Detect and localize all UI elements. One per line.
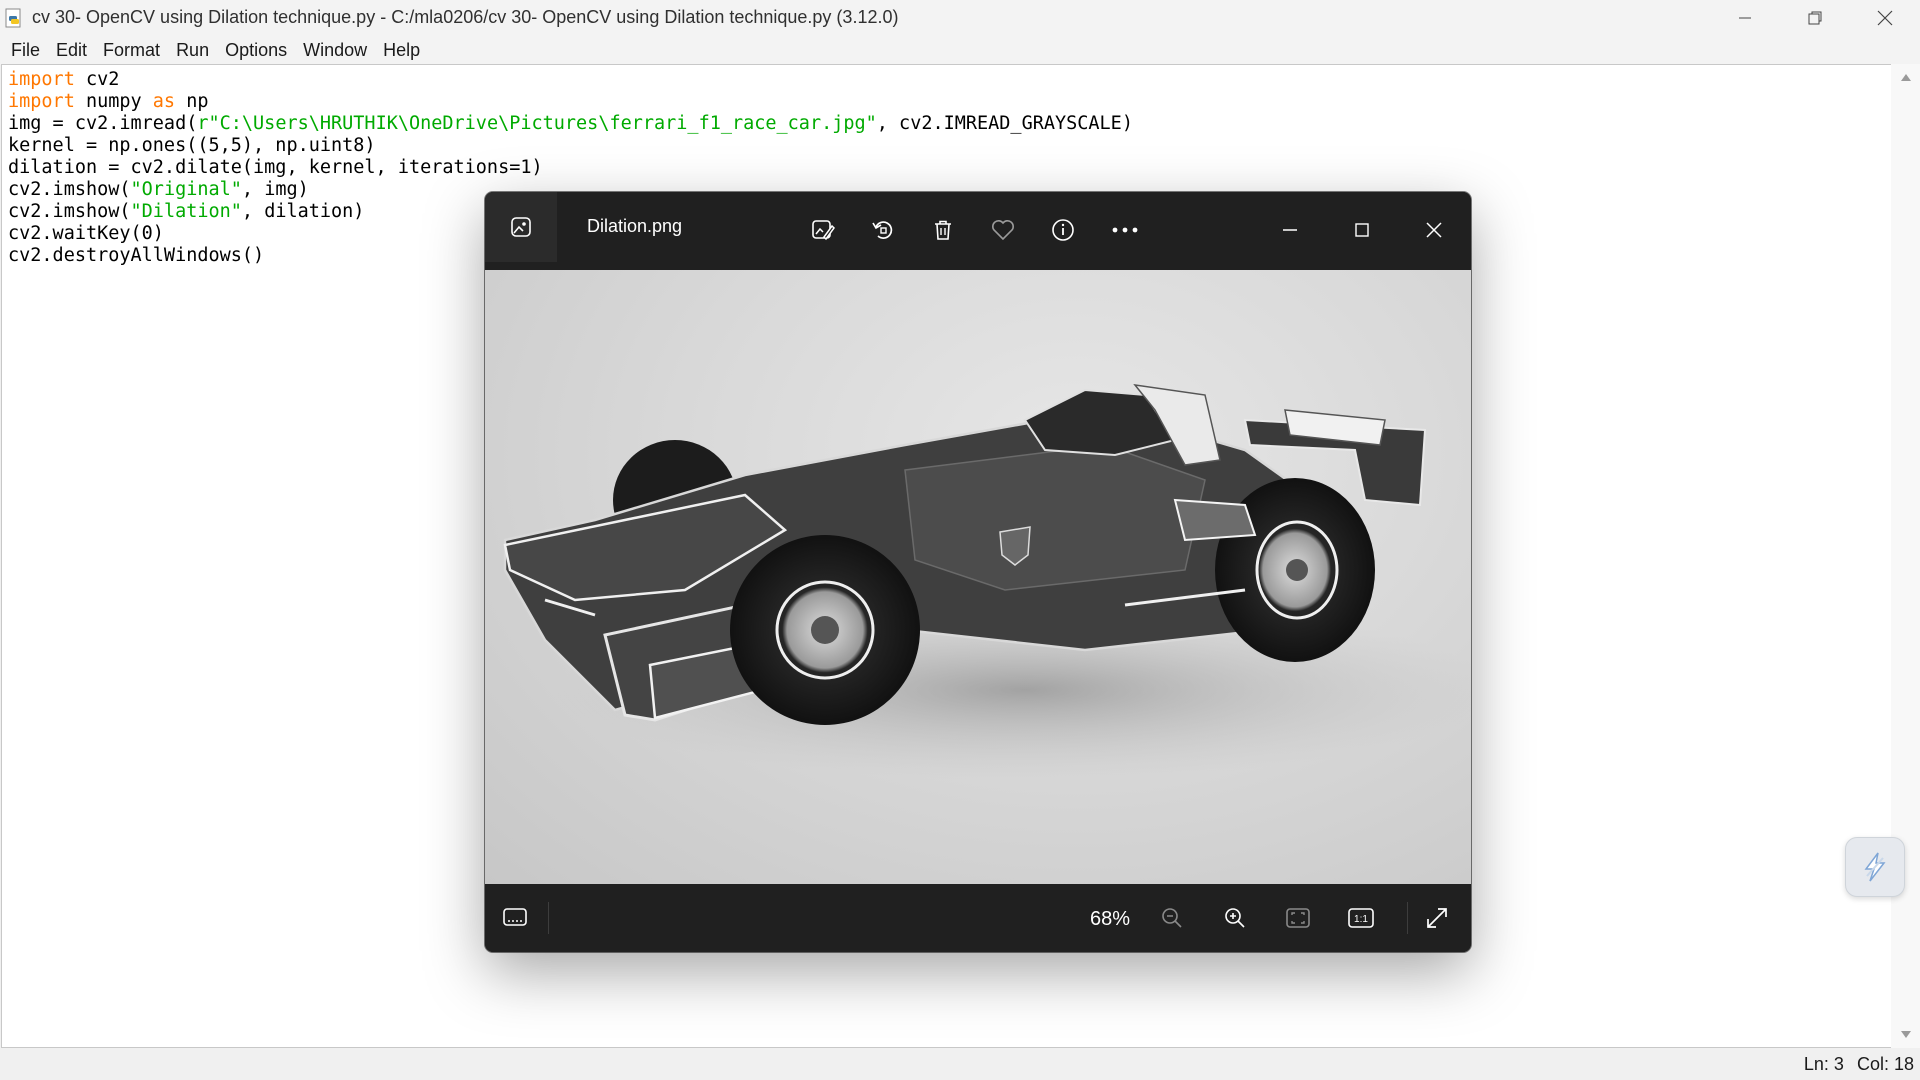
lightning-icon	[1864, 852, 1886, 882]
zoom-out-icon	[1162, 908, 1182, 928]
info-icon	[1052, 219, 1074, 241]
code-token: cv2.waitKey(0)	[8, 223, 164, 244]
menu-format[interactable]: Format	[95, 40, 168, 61]
string-token: r"C:\Users\HRUTHIK\OneDrive\Pictures\fer…	[197, 113, 877, 134]
vertical-scrollbar[interactable]	[1891, 64, 1920, 1048]
string-token: "Dilation"	[130, 201, 242, 222]
code-token: dilation = cv2.dilate(img, kernel, itera…	[8, 157, 543, 178]
zoom-level[interactable]: 68%	[1090, 908, 1130, 931]
expand-icon	[1427, 908, 1447, 928]
minimize-icon	[1739, 17, 1751, 18]
line-number: Ln: 3	[1803, 1054, 1844, 1074]
filmstrip-button[interactable]	[495, 898, 535, 938]
viewer-app-icon-button[interactable]	[485, 192, 557, 262]
code-line[interactable]: dilation = cv2.dilate(img, kernel, itera…	[8, 157, 1133, 179]
menu-bar: File Edit Format Run Options Window Help	[0, 35, 1920, 65]
actual-size-button[interactable]: 1:1	[1341, 898, 1381, 938]
code-token: , img)	[241, 179, 309, 200]
close-button[interactable]	[1850, 0, 1920, 35]
code-token: cv2	[74, 69, 120, 90]
cursor-position: Ln: 3 Col: 18	[1796, 1054, 1914, 1075]
edit-image-button[interactable]	[803, 210, 843, 250]
menu-run[interactable]: Run	[168, 40, 217, 61]
column-number: Col: 18	[1856, 1054, 1914, 1074]
keyword-token: as	[152, 91, 176, 112]
edit-image-icon	[812, 220, 835, 241]
viewer-title-bar: Dilation.png	[485, 192, 1471, 270]
file-info-button[interactable]	[1043, 210, 1083, 250]
restore-icon	[1808, 11, 1822, 24]
filmstrip-icon	[503, 908, 527, 926]
code-token: kernel = np.ones((5,5), np.uint8)	[8, 135, 376, 156]
code-token: img = cv2.imread(	[8, 113, 198, 134]
menu-file[interactable]: File	[3, 40, 48, 61]
floating-widget-button[interactable]	[1845, 837, 1905, 897]
code-token: , dilation)	[241, 201, 365, 222]
fit-to-window-button[interactable]	[1278, 898, 1318, 938]
heart-icon	[992, 220, 1014, 241]
title-bar: cv 30- OpenCV using Dilation technique.p…	[0, 0, 1920, 35]
zoom-out-button[interactable]	[1152, 898, 1192, 938]
code-token: numpy	[74, 91, 153, 112]
menu-options[interactable]: Options	[217, 40, 295, 61]
keyword-token: import	[8, 69, 75, 90]
viewer-maximize-button[interactable]	[1342, 210, 1382, 250]
scroll-down-icon[interactable]	[1900, 1030, 1912, 1040]
photos-app-icon	[511, 217, 531, 237]
code-token: cv2.imshow(	[8, 201, 131, 222]
scroll-up-icon[interactable]	[1900, 72, 1912, 82]
string-token: "Original"	[130, 179, 242, 200]
close-icon	[1877, 10, 1893, 25]
window-controls	[1710, 0, 1920, 35]
menu-window[interactable]: Window	[295, 40, 375, 61]
status-bar: Ln: 3 Col: 18	[0, 1048, 1920, 1080]
code-line[interactable]: import numpy as np	[8, 91, 1133, 113]
favorite-button[interactable]	[983, 210, 1023, 250]
trash-icon	[935, 220, 951, 240]
actual-size-label: 1:1	[1354, 914, 1368, 925]
toolbar-divider	[1407, 902, 1408, 934]
toolbar-divider	[548, 902, 549, 934]
race-car-image	[503, 383, 1471, 780]
minimize-icon	[1283, 229, 1297, 231]
zoom-in-button[interactable]	[1215, 898, 1255, 938]
close-icon	[1426, 222, 1442, 238]
maximize-icon	[1355, 223, 1369, 237]
code-line[interactable]: import cv2	[8, 69, 1133, 91]
code-token: cv2.destroyAllWindows()	[8, 245, 265, 266]
displayed-image[interactable]	[485, 270, 1471, 884]
zoom-in-icon	[1225, 908, 1245, 928]
rotate-icon	[872, 221, 893, 239]
photo-viewer-window: Dilation.png 68% 1:1	[485, 192, 1471, 952]
code-token: , cv2.IMREAD_GRAYSCALE)	[876, 113, 1133, 134]
fit-to-window-icon	[1286, 908, 1310, 928]
code-token: cv2.imshow(	[8, 179, 131, 200]
viewer-filename: Dilation.png	[587, 216, 683, 236]
code-token: np	[175, 91, 209, 112]
viewer-close-button[interactable]	[1414, 210, 1454, 250]
code-line[interactable]: img = cv2.imread(r"C:\Users\HRUTHIK\OneD…	[8, 113, 1133, 135]
full-screen-button[interactable]	[1417, 898, 1457, 938]
restore-button[interactable]	[1780, 0, 1850, 35]
more-icon	[1112, 227, 1138, 233]
keyword-token: import	[8, 91, 75, 112]
minimize-button[interactable]	[1710, 0, 1780, 35]
more-options-button[interactable]	[1105, 210, 1145, 250]
window-title: cv 30- OpenCV using Dilation technique.p…	[32, 7, 899, 27]
python-file-icon	[5, 8, 21, 27]
rotate-button[interactable]	[863, 210, 903, 250]
delete-button[interactable]	[923, 210, 963, 250]
viewer-minimize-button[interactable]	[1270, 210, 1310, 250]
menu-edit[interactable]: Edit	[48, 40, 95, 61]
viewer-bottom-bar: 68% 1:1	[485, 884, 1471, 952]
actual-size-icon: 1:1	[1348, 908, 1374, 928]
code-line[interactable]: kernel = np.ones((5,5), np.uint8)	[8, 135, 1133, 157]
menu-help[interactable]: Help	[375, 40, 428, 61]
